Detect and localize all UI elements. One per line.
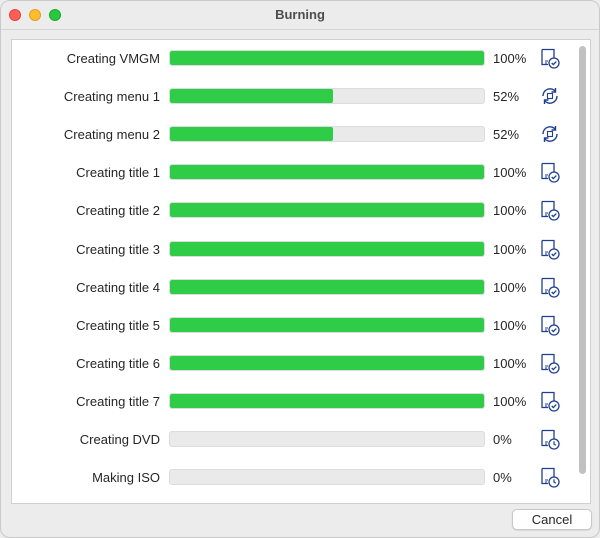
progress-fill	[170, 165, 484, 180]
progress-fill	[170, 127, 334, 142]
progress-percent: 100%	[493, 203, 527, 219]
task-label: Creating title 4	[76, 279, 160, 295]
task-label: Creating DVD	[79, 432, 160, 447]
progress-percent: 100%	[493, 51, 527, 66]
task-row: Creating title 7 100%	[12, 383, 572, 421]
task-label: Creating VMGM	[66, 51, 160, 66]
progress-bar	[169, 278, 485, 295]
progress-bar	[169, 240, 485, 257]
progress-percent: 100%	[493, 393, 527, 409]
task-label: Creating title 5	[76, 317, 160, 333]
progress-percent: 0%	[493, 432, 512, 447]
done-document-check-icon	[539, 352, 561, 374]
done-document-check-icon	[539, 161, 561, 183]
progress-fill	[170, 279, 484, 294]
pending-document-clock-icon	[539, 428, 561, 450]
done-document-check-icon	[539, 314, 561, 336]
task-row: Creating title 1 100%	[12, 154, 572, 192]
task-label: Creating title 6	[76, 355, 160, 371]
progress-percent: 100%	[493, 279, 527, 295]
scrollbar-thumb[interactable]	[579, 46, 586, 474]
progress-fill	[170, 317, 484, 332]
progress-fill	[170, 393, 484, 408]
task-row: Creating title 4 100%	[12, 269, 572, 307]
progress-bar	[169, 469, 485, 486]
cancel-button[interactable]: Cancel	[512, 509, 592, 530]
done-document-check-icon	[539, 238, 561, 260]
task-row: Creating menu 2 52%	[12, 116, 572, 154]
progress-percent: 100%	[493, 241, 527, 257]
progress-percent: 0%	[493, 470, 512, 486]
progress-fill	[170, 89, 334, 104]
task-list-panel: Creating VMGM 100% Creating menu 1 52% Creat…	[11, 39, 591, 504]
task-label: Creating menu 2	[63, 127, 160, 143]
progress-bar	[169, 392, 485, 409]
window-title: Burning	[275, 7, 325, 22]
progress-percent: 100%	[493, 317, 527, 333]
task-row: Making ISO 0%	[12, 459, 572, 497]
task-label: Creating title 3	[76, 241, 160, 257]
progress-bar	[169, 164, 485, 181]
progress-percent: 52%	[493, 127, 520, 143]
task-row: Creating menu 1 52%	[12, 78, 572, 116]
task-label: Creating title 1	[76, 165, 160, 181]
task-label: Making ISO	[92, 470, 160, 486]
progress-percent: 100%	[493, 165, 527, 181]
task-row: Creating title 3 100%	[12, 231, 572, 269]
task-row: Creating title 2 100%	[12, 192, 572, 230]
progress-percent: 100%	[493, 355, 527, 371]
progress-bar	[169, 202, 485, 219]
in-progress-refresh-icon	[539, 85, 561, 107]
task-row: Creating VMGM 100%	[12, 40, 572, 78]
progress-fill	[170, 355, 484, 370]
progress-bar	[169, 88, 485, 105]
done-document-check-icon	[539, 276, 561, 298]
done-document-check-icon	[539, 390, 561, 412]
done-document-check-icon	[539, 47, 561, 69]
progress-bar	[169, 316, 485, 333]
in-progress-refresh-icon	[539, 123, 561, 145]
task-label: Creating menu 1	[63, 89, 160, 105]
task-row: Creating title 6 100%	[12, 345, 572, 383]
progress-bar	[169, 50, 485, 66]
task-label: Creating title 7	[76, 393, 160, 409]
burning-window: Burning Creating VMGM 100% Creating menu 1…	[0, 0, 600, 538]
progress-bar	[169, 126, 485, 143]
task-row: Creating DVD 0%	[12, 421, 572, 459]
progress-fill	[170, 203, 484, 218]
vertical-scrollbar[interactable]	[577, 42, 589, 501]
progress-fill	[170, 51, 484, 65]
progress-percent: 52%	[493, 89, 520, 105]
task-row: Creating title 5 100%	[12, 307, 572, 345]
title-bar[interactable]: Burning	[1, 1, 599, 30]
pending-document-clock-icon	[539, 466, 561, 488]
task-label: Creating title 2	[76, 203, 160, 219]
progress-bar	[169, 431, 485, 447]
progress-bar	[169, 354, 485, 371]
progress-fill	[170, 241, 484, 256]
done-document-check-icon	[539, 199, 561, 222]
